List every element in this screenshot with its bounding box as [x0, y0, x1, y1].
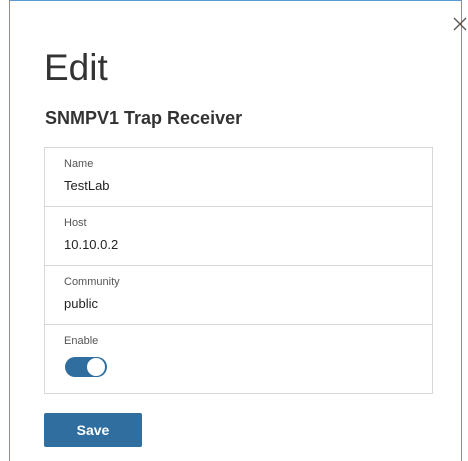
enable-toggle[interactable]: [65, 357, 107, 377]
name-field[interactable]: Name TestLab: [45, 148, 432, 207]
page: Edit SNMPV1 Trap Receiver Name TestLab H…: [0, 0, 468, 461]
community-field[interactable]: Community public: [45, 266, 432, 325]
enable-field: Enable: [45, 325, 432, 394]
community-value[interactable]: public: [64, 296, 98, 312]
form-panel: Name TestLab Host 10.10.0.2 Community pu…: [44, 147, 433, 394]
dialog-subtitle: SNMPV1 Trap Receiver: [45, 108, 243, 128]
close-button[interactable]: [452, 16, 468, 32]
toggle-knob: [86, 357, 106, 377]
save-button[interactable]: Save: [44, 413, 142, 447]
enable-label: Enable: [64, 335, 99, 347]
host-label: Host: [64, 217, 87, 229]
name-value[interactable]: TestLab: [64, 178, 110, 194]
community-label: Community: [64, 276, 120, 288]
close-icon: [453, 17, 467, 31]
dialog-title: Edit: [44, 47, 108, 88]
host-value[interactable]: 10.10.0.2: [64, 237, 118, 253]
name-label: Name: [64, 158, 94, 170]
host-field[interactable]: Host 10.10.0.2: [45, 207, 432, 266]
